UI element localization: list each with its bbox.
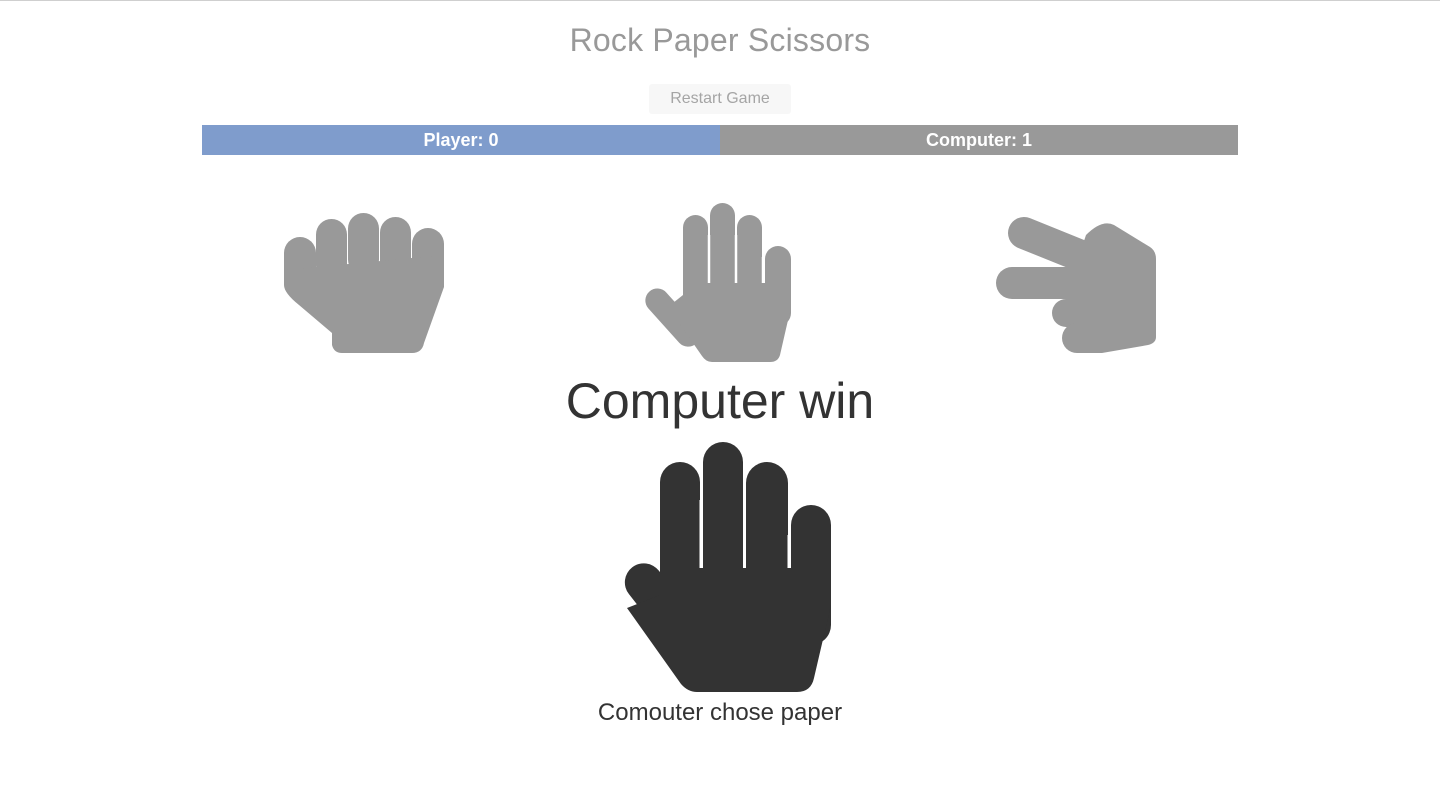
rock-choice-button[interactable] (274, 195, 454, 365)
computer-choice-caption: Comouter chose paper (597, 699, 843, 726)
player-score: Player: 0 (202, 125, 720, 155)
scissors-choice-button[interactable] (990, 195, 1170, 365)
result-message: Computer win (565, 373, 875, 429)
computer-choice-display (605, 440, 835, 696)
computer-score: Computer: 1 (720, 125, 1238, 155)
rock-hand-icon (284, 213, 444, 353)
paper-choice-button[interactable] (632, 195, 812, 365)
scissors-hand-icon (996, 217, 1156, 353)
page-title: Rock Paper Scissors (569, 22, 871, 58)
restart-game-button[interactable]: Restart Game (649, 84, 791, 114)
paper-hand-icon (624, 442, 831, 692)
scoreboard: Player: 0 Computer: 1 (202, 125, 1238, 155)
top-border (0, 0, 1440, 1)
paper-hand-icon (645, 203, 791, 362)
